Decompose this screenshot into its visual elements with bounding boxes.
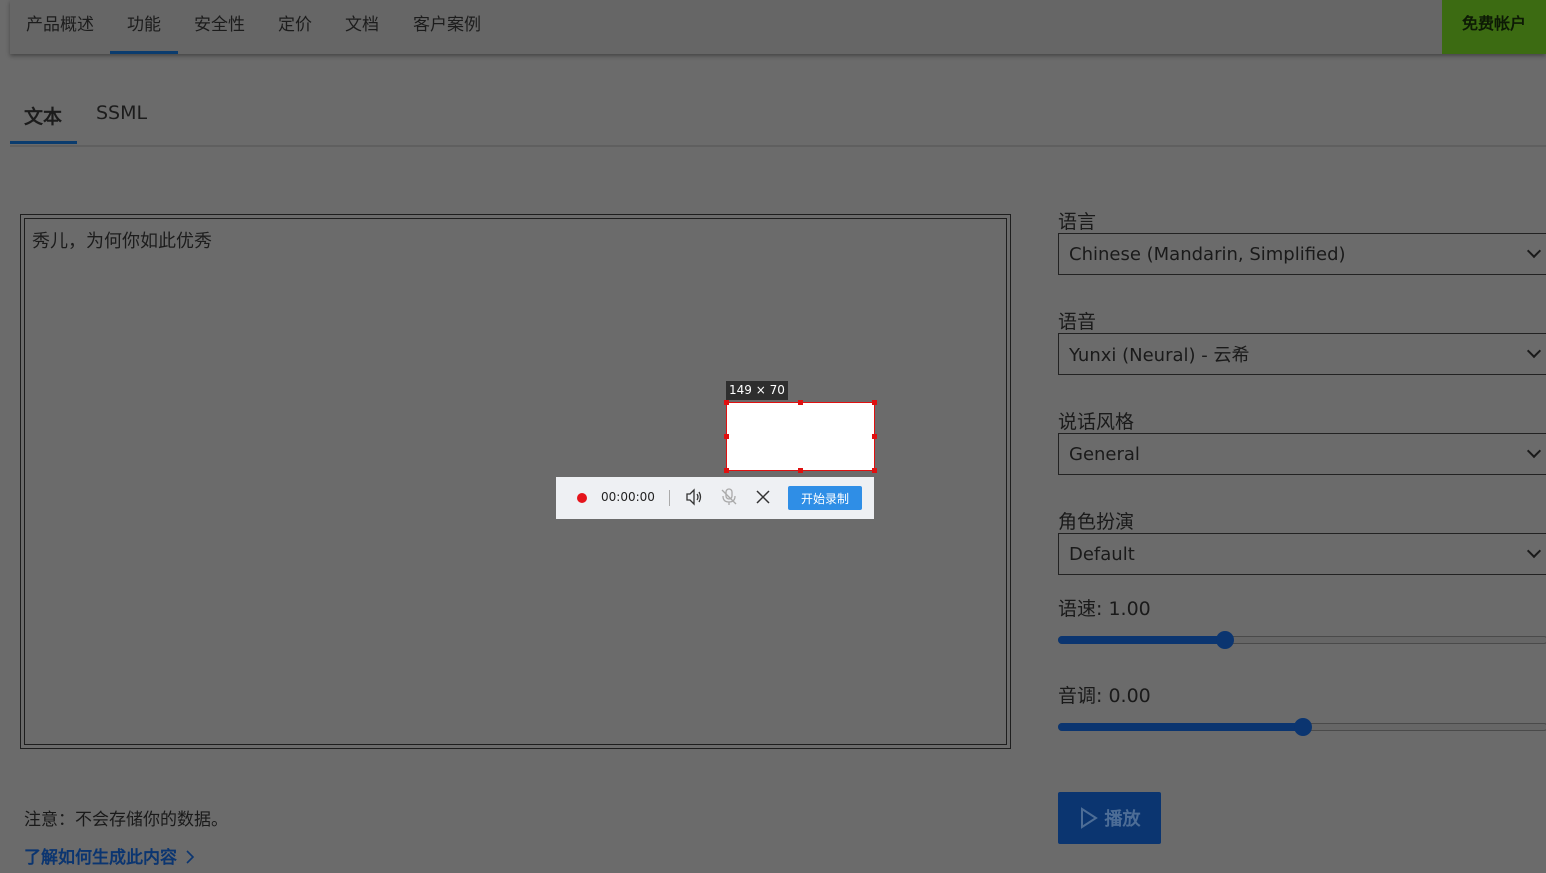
speed-slider-thumb[interactable] bbox=[1215, 631, 1234, 649]
resize-handle[interactable] bbox=[872, 468, 877, 473]
resize-handle[interactable] bbox=[724, 468, 729, 473]
start-recording-button[interactable]: 开始录制 bbox=[788, 486, 862, 510]
record-timer: 00:00:00 bbox=[601, 490, 655, 504]
recorder-toolbar: 00:00:00 开始录制 bbox=[556, 477, 874, 519]
resize-handle[interactable] bbox=[724, 434, 729, 439]
microphone-muted-icon[interactable] bbox=[719, 487, 739, 507]
pitch-slider-thumb[interactable] bbox=[1294, 718, 1312, 736]
voice-select[interactable]: Yunxi (Neural) - 云希 bbox=[1058, 333, 1546, 375]
speed-slider[interactable] bbox=[1058, 630, 1546, 650]
chevron-down-icon bbox=[1526, 443, 1542, 459]
pitch-slider-fill bbox=[1058, 723, 1303, 731]
style-select-value: General bbox=[1069, 443, 1140, 465]
nav-item-security[interactable]: 安全性 bbox=[194, 10, 245, 35]
learn-more-link[interactable]: 了解如何生成此内容 bbox=[24, 843, 195, 868]
chevron-down-icon bbox=[1526, 243, 1542, 259]
nav-active-indicator bbox=[110, 51, 178, 54]
record-indicator-icon bbox=[577, 493, 587, 503]
free-account-button[interactable]: 免费帐户 bbox=[1442, 0, 1546, 54]
play-button[interactable]: 播放 bbox=[1058, 792, 1161, 844]
selection-size-label: 149 × 70 bbox=[726, 381, 788, 400]
style-label: 说话风格 bbox=[1058, 411, 1135, 433]
language-select-value: Chinese (Mandarin, Simplified) bbox=[1069, 243, 1346, 265]
role-select[interactable]: Default bbox=[1058, 533, 1546, 575]
resize-handle[interactable] bbox=[798, 400, 803, 405]
speed-label: 语速: 1.00 bbox=[1058, 598, 1151, 620]
chevron-down-icon bbox=[1526, 543, 1542, 559]
speed-slider-fill bbox=[1058, 636, 1225, 644]
top-nav: 产品概述 功能 安全性 定价 文档 客户案例 免费帐户 bbox=[10, 0, 1546, 54]
resize-handle[interactable] bbox=[724, 400, 729, 405]
close-icon[interactable] bbox=[753, 487, 773, 507]
language-select[interactable]: Chinese (Mandarin, Simplified) bbox=[1058, 233, 1546, 275]
privacy-note: 注意：不会存储你的数据。 bbox=[24, 810, 228, 830]
toolbar-divider bbox=[669, 490, 670, 506]
nav-item-docs[interactable]: 文档 bbox=[345, 10, 379, 35]
nav-item-customers[interactable]: 客户案例 bbox=[413, 10, 481, 35]
play-icon bbox=[1080, 807, 1098, 829]
tab-text[interactable]: 文本 bbox=[24, 102, 62, 129]
pitch-slider[interactable] bbox=[1058, 717, 1546, 737]
style-select[interactable]: General bbox=[1058, 433, 1546, 475]
tab-ssml[interactable]: SSML bbox=[96, 102, 147, 124]
language-label: 语言 bbox=[1058, 211, 1097, 233]
nav-item-pricing[interactable]: 定价 bbox=[278, 10, 312, 35]
play-button-label: 播放 bbox=[1104, 809, 1141, 830]
speaker-icon[interactable] bbox=[684, 487, 704, 507]
pitch-label: 音调: 0.00 bbox=[1058, 685, 1151, 707]
resize-handle[interactable] bbox=[872, 400, 877, 405]
resize-handle[interactable] bbox=[798, 468, 803, 473]
voice-select-value: Yunxi (Neural) - 云希 bbox=[1069, 345, 1250, 366]
role-label: 角色扮演 bbox=[1058, 511, 1135, 533]
resize-handle[interactable] bbox=[872, 434, 877, 439]
recording-region[interactable] bbox=[724, 400, 877, 473]
role-select-value: Default bbox=[1069, 543, 1135, 565]
nav-item-features[interactable]: 功能 bbox=[127, 10, 161, 35]
editor-tabs: 文本 SSML bbox=[10, 90, 1546, 147]
nav-item-overview[interactable]: 产品概述 bbox=[26, 10, 94, 35]
chevron-down-icon bbox=[1526, 343, 1542, 359]
tab-active-indicator bbox=[10, 141, 77, 144]
chevron-right-icon bbox=[186, 850, 195, 864]
voice-label: 语音 bbox=[1058, 311, 1097, 333]
learn-more-label: 了解如何生成此内容 bbox=[24, 848, 177, 868]
